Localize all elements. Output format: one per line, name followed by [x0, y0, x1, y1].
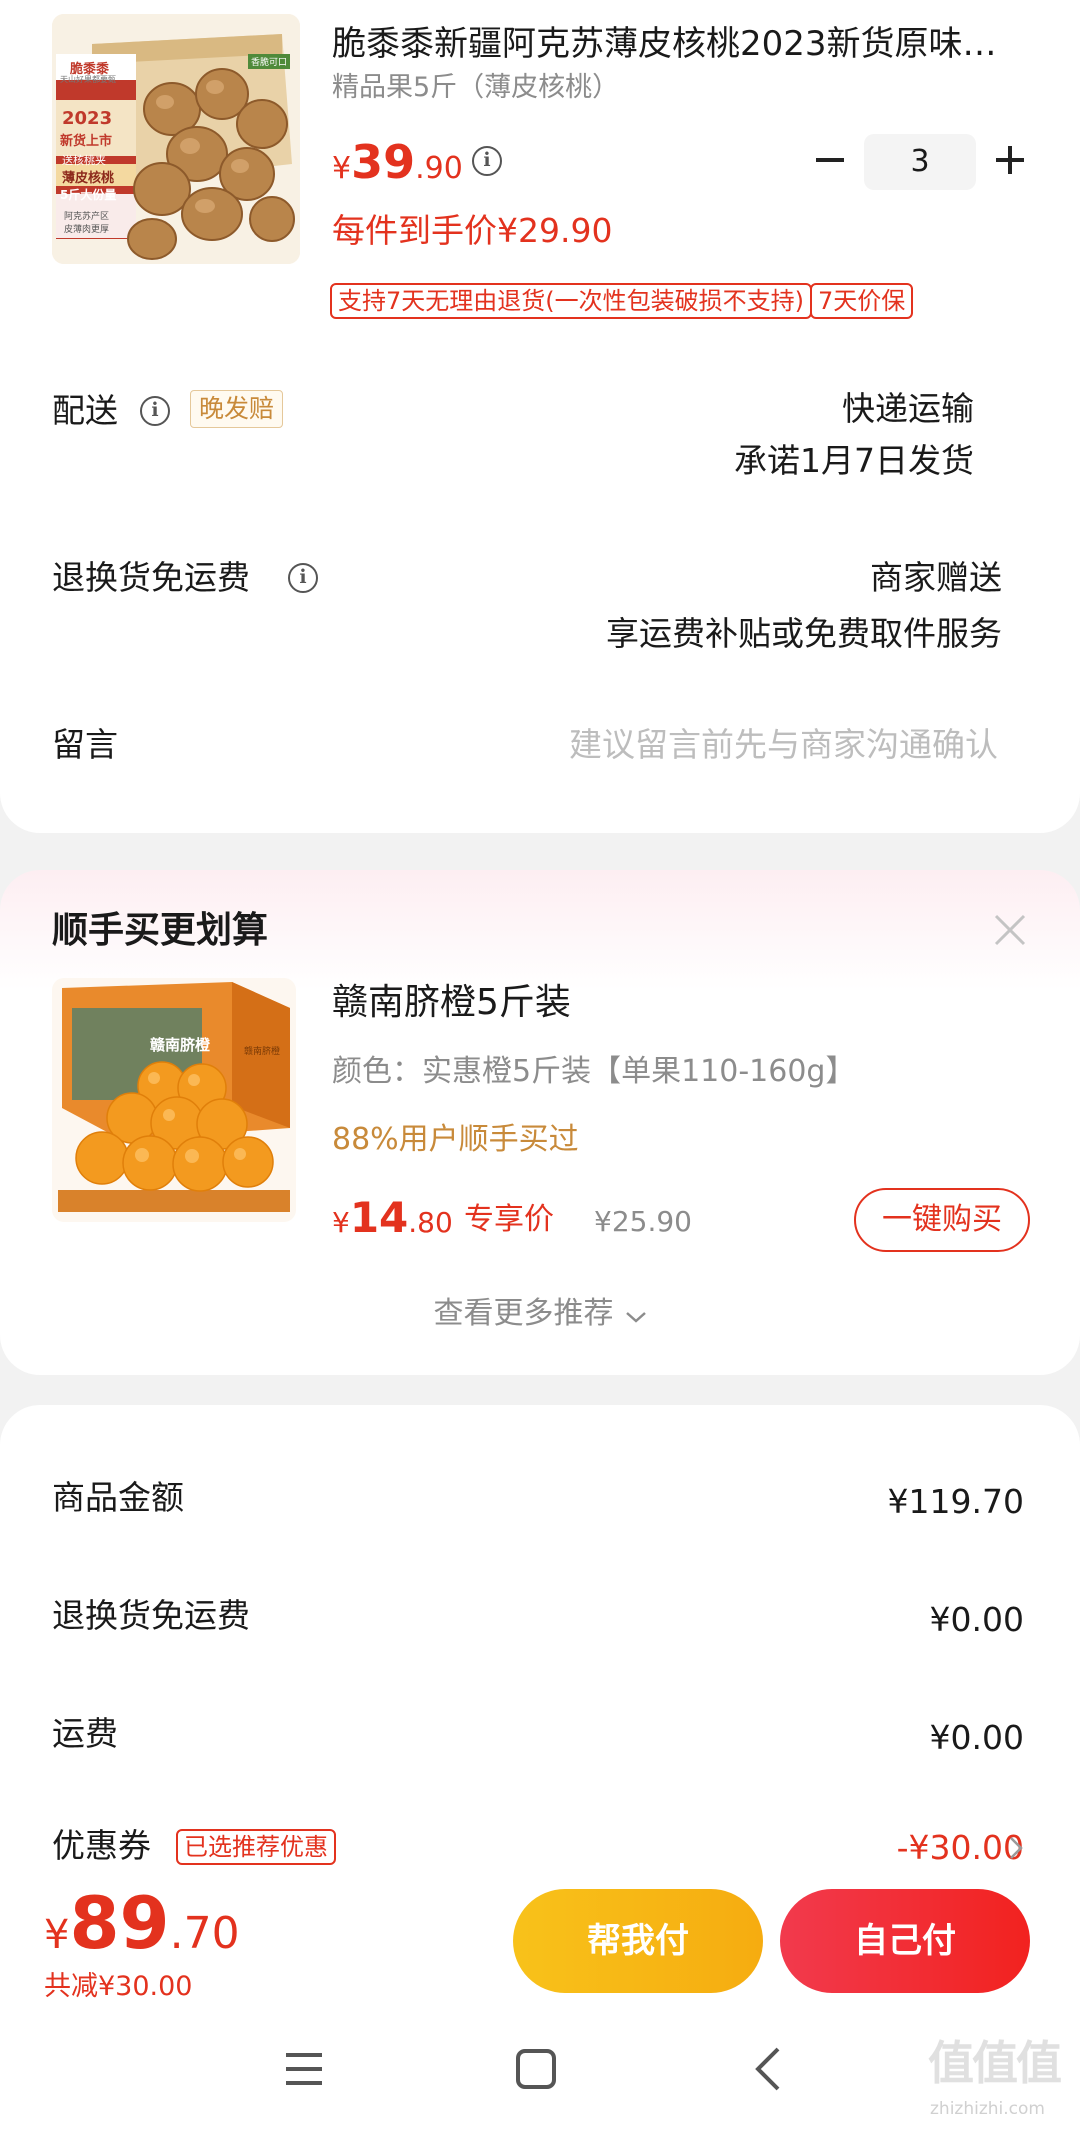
reco-price-tag: 专享价 [464, 1202, 554, 1237]
summary-row-value: ¥0.00 [929, 1600, 1024, 1639]
message-label: 留言 [52, 725, 118, 764]
product-title[interactable]: 脆黍黍新疆阿克苏薄皮核桃2023新货原味… [332, 20, 997, 68]
product-price: ¥39.90 [332, 132, 463, 203]
reco-item-social-proof: 88%用户顺手买过 [332, 1122, 579, 1157]
coupon-label: 优惠券 [52, 1826, 151, 1865]
back-icon[interactable] [752, 2045, 784, 2093]
coupon-value[interactable]: -¥30.00 [897, 1825, 1024, 1871]
chevron-down-icon [625, 1309, 647, 1328]
late-ship-badge: 晚发赔 [190, 390, 284, 428]
total-discount: 共减¥30.00 [44, 1971, 193, 2002]
return-shipping-desc: 享运费补贴或免费取件服务 [606, 614, 1002, 653]
home-icon[interactable] [514, 2047, 558, 2091]
return-shipping-label: 退换货免运费 [52, 558, 250, 597]
summary-row-value: ¥0.00 [929, 1718, 1024, 1757]
shipping-info-icon[interactable]: i [140, 396, 170, 426]
product-spec[interactable]: 精品果5斤（薄皮核桃） [332, 68, 619, 108]
summary-row-label: 商品金额 [52, 1478, 184, 1517]
see-more-label: 查看更多推荐 [433, 1296, 614, 1331]
summary-row-value: ¥119.70 [887, 1482, 1024, 1521]
checkout-bar: ¥89.70 共减¥30.00 帮我付 自己付 值值值 zhizhizhi.co… [0, 1875, 1080, 2140]
coupon-badge: 已选推荐优惠 [176, 1829, 336, 1865]
reco-price-decimal: .80 [408, 1206, 453, 1239]
image-line4: 阿克苏产区 [64, 212, 110, 222]
image-line5: 皮薄肉更厚 [64, 225, 110, 235]
image-corner-label: 香脆可口 [248, 54, 291, 69]
reco-title: 顺手买更划算 [52, 910, 269, 951]
reco-item-title[interactable]: 赣南脐橙5斤装 [332, 978, 571, 1028]
reco-original-price: ¥25.90 [594, 1205, 692, 1238]
message-input[interactable]: 建议留言前先与商家沟通确认 [569, 722, 998, 768]
price-protect-tag: 7天价保 [810, 283, 914, 319]
chevron-right-icon[interactable] [1008, 1835, 1024, 1861]
product-image[interactable]: 脆黍黍 天山好果都要甄 2023 新货上市 送核桃夹 薄皮核桃 5斤大份量 阿克… [52, 14, 300, 264]
return-shipping-info-icon[interactable]: i [288, 563, 318, 593]
shipping-label: 配送 [52, 391, 118, 430]
order-summary-card: 商品金额 ¥119.70 退换货免运费 ¥0.00 运费 ¥0.00 优惠券 已… [0, 1405, 1080, 1875]
reco-price-integer: 14 [349, 1193, 409, 1242]
price-integer: 39 [351, 135, 416, 189]
self-pay-button[interactable]: 自己付 [780, 1889, 1030, 1993]
quantity-decrease-button[interactable] [810, 140, 850, 180]
summary-row-label: 退换货免运费 [52, 1596, 250, 1635]
quantity-increase-button[interactable] [990, 140, 1030, 180]
image-line2: 薄皮核桃 [62, 171, 115, 186]
return-policy-tag: 支持7天无理由退货(一次性包装破损不支持) [330, 283, 812, 319]
price-decimal: .90 [415, 151, 463, 186]
menu-icon[interactable] [280, 2047, 328, 2091]
reco-image-label: 赣南脐橙 [150, 1036, 211, 1054]
quantity-input[interactable]: 3 [864, 134, 976, 190]
image-badge-year: 2023 [62, 108, 113, 129]
watermark-logo: 值值值 [928, 2036, 1062, 2090]
reco-item-price: ¥14.80 [332, 1190, 453, 1255]
shipping-promise: 承诺1月7日发货 [734, 441, 974, 480]
order-item-card: 脆黍黍 天山好果都要甄 2023 新货上市 送核桃夹 薄皮核桃 5斤大份量 阿克… [0, 0, 1080, 833]
price-info-icon[interactable]: i [472, 146, 502, 176]
total-decimal: .70 [169, 1908, 240, 1959]
recommendation-card: 顺手买更划算 赣南脐橙 赣南脐橙 赣南脐橙5斤装 颜色：实惠橙5斤装【单果110… [0, 870, 1080, 1375]
reco-price-symbol: ¥ [332, 1206, 350, 1239]
reco-item-spec[interactable]: 颜色：实惠橙5斤装【单果110-160g】 [332, 1050, 855, 1094]
final-unit-price: 每件到手价¥29.90 [332, 211, 613, 250]
close-icon[interactable] [990, 910, 1030, 950]
reco-product-image[interactable]: 赣南脐橙 赣南脐橙 [52, 978, 296, 1222]
see-more-recommendations[interactable]: 查看更多推荐 [0, 1292, 1080, 1336]
image-badge-new: 新货上市 [60, 134, 113, 149]
return-shipping-value: 商家赠送 [870, 558, 1002, 597]
image-brand-sub: 天山好果都要甄 [60, 75, 116, 84]
one-click-buy-button[interactable]: 一键购买 [854, 1188, 1030, 1252]
shipping-method[interactable]: 快递运输 [842, 386, 974, 432]
price-symbol: ¥ [332, 151, 352, 186]
summary-row-label: 运费 [52, 1714, 118, 1753]
help-pay-button[interactable]: 帮我付 [513, 1889, 763, 1993]
total-symbol: ¥ [44, 1912, 70, 1958]
reco-image-box-label: 赣南脐橙 [244, 1047, 281, 1057]
image-line1: 送核桃夹 [62, 154, 106, 167]
total-integer: 89 [69, 1881, 170, 1965]
watermark-url: zhizhizhi.com [930, 2099, 1045, 2119]
image-line3: 5斤大份量 [60, 188, 117, 202]
